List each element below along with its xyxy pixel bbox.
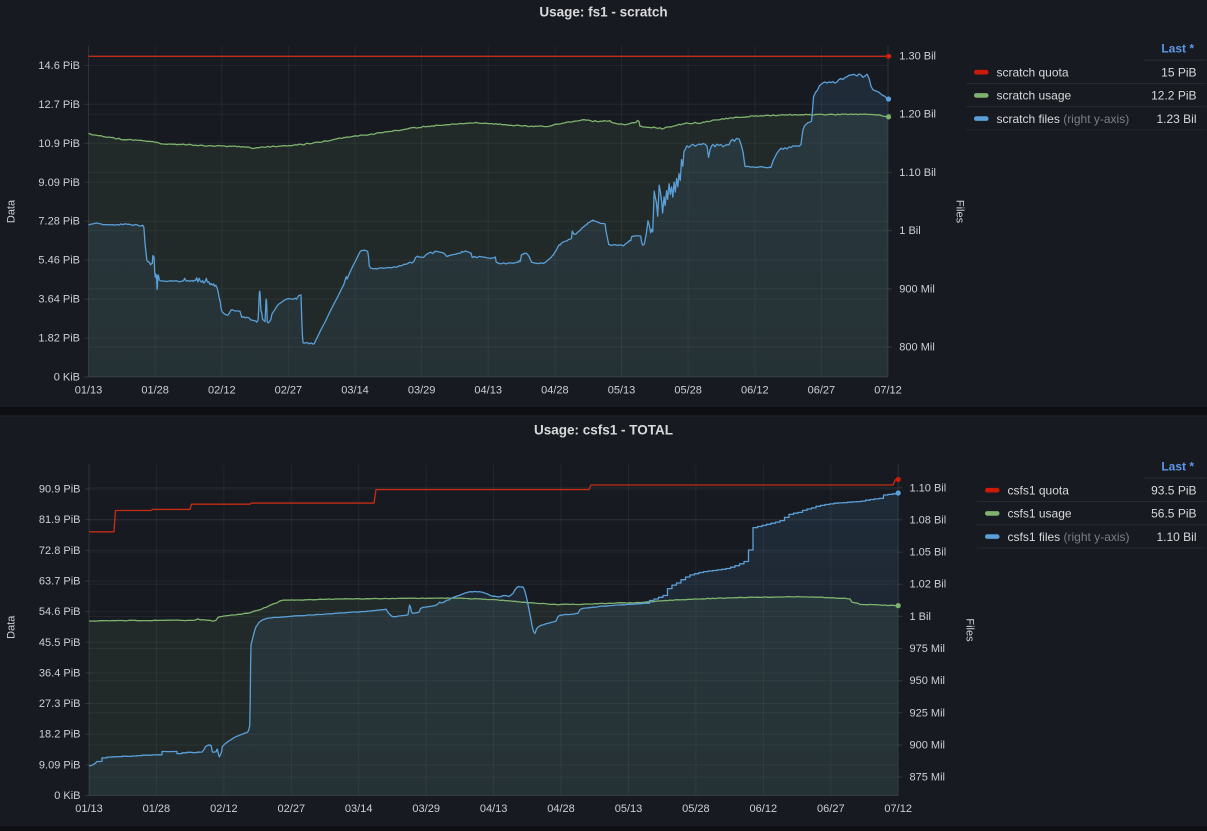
svg-text:Last *: Last * xyxy=(1161,460,1194,474)
svg-text:scratch quota: scratch quota xyxy=(997,65,1069,79)
svg-text:81.9 PiB: 81.9 PiB xyxy=(39,514,81,526)
svg-text:04/28: 04/28 xyxy=(547,803,575,815)
svg-text:1.20 Bil: 1.20 Bil xyxy=(899,109,936,121)
svg-text:12.7 PiB: 12.7 PiB xyxy=(38,99,80,111)
svg-text:1 Bil: 1 Bil xyxy=(899,225,920,237)
svg-text:9.09 PiB: 9.09 PiB xyxy=(38,177,80,189)
svg-text:1.02 Bil: 1.02 Bil xyxy=(910,579,947,591)
svg-text:15 PiB: 15 PiB xyxy=(1161,65,1196,79)
svg-text:03/29: 03/29 xyxy=(412,803,440,815)
svg-text:csfs1 files (right y-axis): csfs1 files (right y-axis) xyxy=(1008,530,1130,544)
svg-text:Files: Files xyxy=(954,200,966,224)
svg-text:02/27: 02/27 xyxy=(275,385,303,397)
svg-text:1.82 PiB: 1.82 PiB xyxy=(38,333,80,345)
svg-text:93.5 PiB: 93.5 PiB xyxy=(1151,483,1196,497)
svg-text:56.5 PiB: 56.5 PiB xyxy=(1151,507,1196,521)
svg-text:7.28 PiB: 7.28 PiB xyxy=(38,216,80,228)
svg-text:90.9 PiB: 90.9 PiB xyxy=(39,484,81,496)
svg-text:1.10 Bil: 1.10 Bil xyxy=(899,167,936,179)
svg-text:Data: Data xyxy=(6,199,18,223)
svg-text:3.64 PiB: 3.64 PiB xyxy=(38,294,80,306)
svg-text:06/27: 06/27 xyxy=(808,385,836,397)
svg-text:1 Bil: 1 Bil xyxy=(910,611,931,623)
svg-text:1.05 Bil: 1.05 Bil xyxy=(910,547,947,559)
svg-text:07/12: 07/12 xyxy=(874,385,902,397)
svg-text:06/12: 06/12 xyxy=(741,385,769,397)
svg-text:Files: Files xyxy=(964,618,976,642)
svg-text:63.7 PiB: 63.7 PiB xyxy=(39,576,81,588)
svg-text:scratch files (right y-axis): scratch files (right y-axis) xyxy=(997,112,1130,126)
svg-text:01/13: 01/13 xyxy=(75,803,103,815)
svg-text:1.30 Bil: 1.30 Bil xyxy=(899,51,936,63)
svg-text:04/13: 04/13 xyxy=(480,803,508,815)
svg-text:54.6 PiB: 54.6 PiB xyxy=(39,606,81,618)
svg-text:csfs1 usage: csfs1 usage xyxy=(1008,507,1072,521)
svg-text:10.9 PiB: 10.9 PiB xyxy=(38,138,80,150)
svg-text:950 Mil: 950 Mil xyxy=(910,675,945,687)
svg-text:27.3 PiB: 27.3 PiB xyxy=(39,698,81,710)
svg-text:1.10 Bil: 1.10 Bil xyxy=(1156,530,1196,544)
svg-text:0 KiB: 0 KiB xyxy=(54,372,80,384)
svg-text:Usage: fs1 - scratch: Usage: fs1 - scratch xyxy=(539,4,667,19)
svg-text:1.08 Bil: 1.08 Bil xyxy=(910,514,947,526)
svg-text:01/28: 01/28 xyxy=(141,385,169,397)
svg-text:900 Mil: 900 Mil xyxy=(910,740,945,752)
svg-text:05/28: 05/28 xyxy=(674,385,702,397)
svg-text:03/29: 03/29 xyxy=(408,385,436,397)
svg-text:06/12: 06/12 xyxy=(750,803,778,815)
svg-text:Usage: csfs1 - TOTAL: Usage: csfs1 - TOTAL xyxy=(534,423,673,438)
svg-text:36.4 PiB: 36.4 PiB xyxy=(39,667,81,679)
svg-text:9.09 PiB: 9.09 PiB xyxy=(39,759,81,771)
svg-text:0 KiB: 0 KiB xyxy=(54,790,80,802)
svg-text:900 Mil: 900 Mil xyxy=(899,283,934,295)
svg-text:04/28: 04/28 xyxy=(541,385,569,397)
svg-text:05/13: 05/13 xyxy=(608,385,636,397)
svg-text:800 Mil: 800 Mil xyxy=(899,342,934,354)
svg-text:14.6 PiB: 14.6 PiB xyxy=(38,60,80,72)
svg-text:Data: Data xyxy=(6,615,18,639)
svg-text:Last *: Last * xyxy=(1161,42,1194,56)
svg-text:01/13: 01/13 xyxy=(75,385,103,397)
svg-text:03/14: 03/14 xyxy=(345,803,373,815)
svg-text:45.5 PiB: 45.5 PiB xyxy=(39,637,81,649)
svg-text:02/27: 02/27 xyxy=(278,803,306,815)
svg-text:925 Mil: 925 Mil xyxy=(910,707,945,719)
svg-text:05/28: 05/28 xyxy=(682,803,710,815)
svg-text:05/13: 05/13 xyxy=(615,803,643,815)
svg-text:02/12: 02/12 xyxy=(208,385,236,397)
svg-text:975 Mil: 975 Mil xyxy=(910,643,945,655)
svg-text:72.8 PiB: 72.8 PiB xyxy=(39,545,81,557)
svg-text:18.2 PiB: 18.2 PiB xyxy=(39,729,81,741)
svg-text:03/14: 03/14 xyxy=(341,385,369,397)
svg-text:scratch usage: scratch usage xyxy=(997,89,1072,103)
svg-text:12.2 PiB: 12.2 PiB xyxy=(1151,89,1196,103)
svg-text:5.46 PiB: 5.46 PiB xyxy=(38,255,80,267)
svg-text:06/27: 06/27 xyxy=(817,803,845,815)
svg-text:875 Mil: 875 Mil xyxy=(910,772,945,784)
svg-text:1.10 Bil: 1.10 Bil xyxy=(910,482,947,494)
svg-text:01/28: 01/28 xyxy=(143,803,171,815)
svg-text:csfs1 quota: csfs1 quota xyxy=(1008,483,1070,497)
svg-text:1.23 Bil: 1.23 Bil xyxy=(1156,112,1196,126)
svg-text:04/13: 04/13 xyxy=(474,385,502,397)
svg-text:02/12: 02/12 xyxy=(210,803,238,815)
svg-text:07/12: 07/12 xyxy=(884,803,912,815)
